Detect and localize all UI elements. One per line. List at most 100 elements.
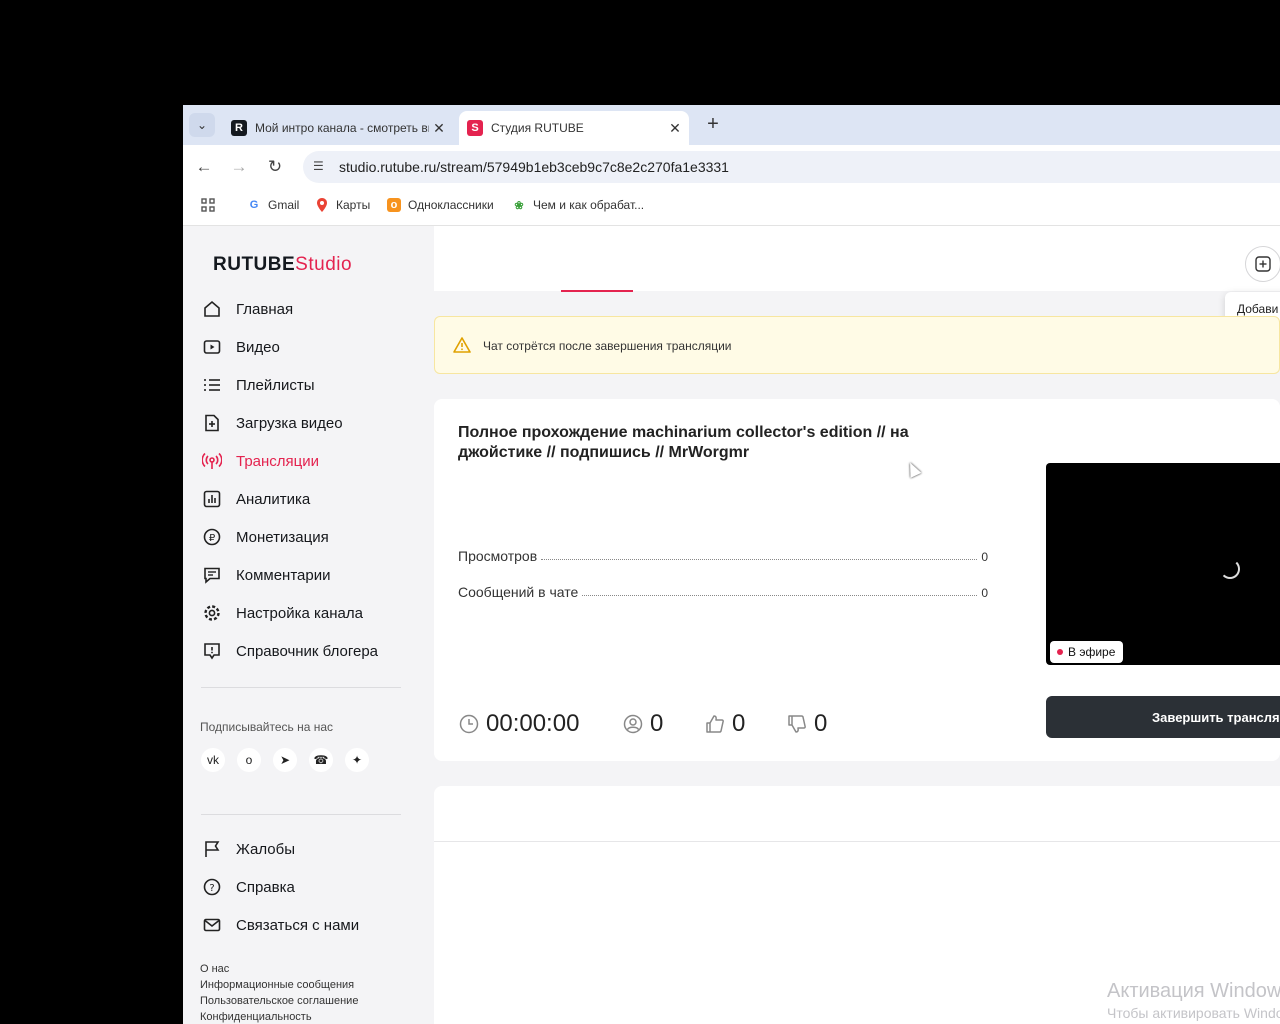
end-stream-button[interactable]: Завершить трансляцию xyxy=(1046,696,1280,738)
dot-leader xyxy=(582,594,978,596)
footer-link-terms[interactable]: Пользовательское соглашение xyxy=(200,995,358,1007)
add-content-button[interactable] xyxy=(1245,246,1280,282)
url-text[interactable]: studio.rutube.ru/stream/57949b1eb3ceb9c7… xyxy=(339,159,729,175)
odnoklassniki-icon: о xyxy=(387,198,401,212)
home-icon xyxy=(201,298,223,320)
zen-icon[interactable]: ✦ xyxy=(345,748,369,772)
sidebar-item-label: Аналитика xyxy=(236,490,311,508)
svg-text:?: ? xyxy=(209,883,214,894)
google-icon: G xyxy=(249,199,259,211)
duration-counter: 00:00:00 xyxy=(458,710,622,738)
sidebar-item-label: Комментарии xyxy=(236,566,331,584)
sidebar-item-analytics[interactable]: Аналитика xyxy=(201,485,310,513)
windows-activation-watermark: Активация Windows xyxy=(1107,980,1280,1002)
bookmark-gmail[interactable]: G Gmail xyxy=(247,198,300,212)
stat-value: 0 xyxy=(981,586,988,600)
sidebar-item-label: Жалобы xyxy=(236,840,295,858)
sidebar-item-contact[interactable]: Связаться с нами xyxy=(201,911,359,939)
stream-card: Полное прохождение machinarium collector… xyxy=(434,399,1280,761)
tab-bar: ⌄ R Мой интро канала - смотреть видео ✕ … xyxy=(183,105,1280,145)
footer-link-info[interactable]: Информационные сообщения xyxy=(200,979,354,991)
close-tab-icon[interactable]: ✕ xyxy=(429,120,449,137)
reload-icon[interactable]: ↻ xyxy=(263,155,287,179)
browser-toolbar: ← → ↻ ☰ studio.rutube.ru/stream/57949b1e… xyxy=(183,145,1280,189)
add-icon xyxy=(1255,256,1271,272)
studio-favicon-icon: S xyxy=(467,120,483,136)
sidebar-item-label: Справка xyxy=(236,878,295,896)
close-tab-icon[interactable]: ✕ xyxy=(665,120,685,137)
analytics-icon xyxy=(201,488,223,510)
footer-link-privacy[interactable]: Конфиденциальность xyxy=(200,1011,312,1023)
sidebar-item-home[interactable]: Главная xyxy=(201,295,293,323)
bookmark-ok[interactable]: о Одноклассники xyxy=(387,198,494,212)
studio-page: RUTUBEStudio Главная Видео Плейлисты Заг… xyxy=(183,226,1280,1024)
stream-counters: 00:00:00 0 0 0 xyxy=(458,709,868,739)
sidebar-item-label: Видео xyxy=(236,338,280,356)
sidebar-item-streams[interactable]: Трансляции xyxy=(201,447,319,475)
sidebar-item-label: Справочник блогера xyxy=(236,642,379,660)
vk-icon[interactable]: vk xyxy=(201,748,225,772)
upload-file-icon xyxy=(201,412,223,434)
guide-icon xyxy=(201,640,223,662)
sidebar-item-label: Монетизация xyxy=(236,528,329,546)
browser-window: ⌄ R Мой интро канала - смотреть видео ✕ … xyxy=(183,105,1280,1024)
sidebar-item-label: Трансляции xyxy=(236,452,320,470)
address-bar[interactable]: ☰ studio.rutube.ru/stream/57949b1eb3ceb9… xyxy=(303,151,1280,183)
sidebar-item-comments[interactable]: Комментарии xyxy=(201,561,330,589)
stream-title: Полное прохождение machinarium collector… xyxy=(458,424,909,461)
odnoklassniki-social-icon[interactable]: о xyxy=(237,748,261,772)
sidebar-divider xyxy=(201,814,401,815)
ruble-icon: ₽ xyxy=(201,526,223,548)
apps-icon[interactable] xyxy=(201,198,215,212)
sidebar-item-complaints[interactable]: Жалобы xyxy=(201,835,295,863)
alert-text: Чат сотрётся после завершения трансляции xyxy=(483,339,732,353)
bookmark-label: Карты xyxy=(336,198,371,212)
tab-search-icon[interactable]: ⌄ xyxy=(189,113,215,137)
stream-preview-player[interactable]: В эфире xyxy=(1046,463,1280,665)
viewers-counter: 0 xyxy=(622,710,704,738)
mail-icon xyxy=(201,914,223,936)
flag-icon xyxy=(201,838,223,860)
new-tab-button[interactable]: + xyxy=(701,113,725,137)
sidebar-item-blogger-guide[interactable]: Справочник блогера xyxy=(201,637,378,665)
sidebar-item-video[interactable]: Видео xyxy=(201,333,280,361)
tab-rutube-video[interactable]: R Мой интро канала - смотреть видео ✕ xyxy=(223,111,453,145)
chat-divider xyxy=(434,841,1280,842)
windows-activation-subtext: Чтобы активировать Windows xyxy=(1107,1005,1280,1021)
forward-icon[interactable]: → xyxy=(227,155,251,179)
clock-icon xyxy=(458,713,480,735)
viber-icon[interactable]: ☎ xyxy=(309,748,333,772)
sidebar-item-playlists[interactable]: Плейлисты xyxy=(201,371,315,399)
live-label: В эфире xyxy=(1068,645,1116,659)
maps-pin-icon xyxy=(315,198,329,212)
bookmark-label: Gmail xyxy=(268,198,300,212)
viewers-value: 0 xyxy=(650,710,664,737)
bookmark-plants[interactable]: ❀ Чем и как обрабат... xyxy=(512,198,644,212)
bookmark-maps[interactable]: Карты xyxy=(315,198,370,212)
sidebar-item-help[interactable]: ? Справка xyxy=(201,873,295,901)
back-icon[interactable]: ← xyxy=(192,155,216,179)
broadcast-icon xyxy=(201,450,223,472)
site-info-icon[interactable]: ☰ xyxy=(313,159,324,173)
logo-main: RUTUBE xyxy=(213,254,296,275)
tab-rutube-studio[interactable]: S Студия RUTUBE ✕ xyxy=(459,111,689,145)
sidebar-item-label: Главная xyxy=(236,300,294,318)
sidebar-item-channel-settings[interactable]: Настройка канала xyxy=(201,599,363,627)
telegram-icon[interactable]: ➤ xyxy=(273,748,297,772)
tab-title: Студия RUTUBE xyxy=(491,121,584,135)
tab-title: Мой интро канала - смотреть видео xyxy=(255,121,429,135)
plant-icon: ❀ xyxy=(514,199,524,212)
sidebar-item-label: Загрузка видео xyxy=(236,414,343,432)
follow-label: Подписывайтесь на нас xyxy=(200,720,334,734)
stat-views: Просмотров 0 xyxy=(458,546,988,564)
logo-sub: Studio xyxy=(295,254,353,275)
sidebar-item-label: Плейлисты xyxy=(236,376,315,394)
sidebar-item-monetization[interactable]: ₽ Монетизация xyxy=(201,523,329,551)
likes-counter: 0 xyxy=(704,710,786,738)
footer-link-about[interactable]: О нас xyxy=(200,963,229,975)
sidebar-item-upload[interactable]: Загрузка видео xyxy=(201,409,343,437)
rutube-studio-logo[interactable]: RUTUBEStudio xyxy=(213,254,352,276)
rutube-favicon-icon: R xyxy=(231,120,247,136)
warning-icon xyxy=(453,337,471,358)
bookmark-label: Одноклассники xyxy=(408,198,494,212)
